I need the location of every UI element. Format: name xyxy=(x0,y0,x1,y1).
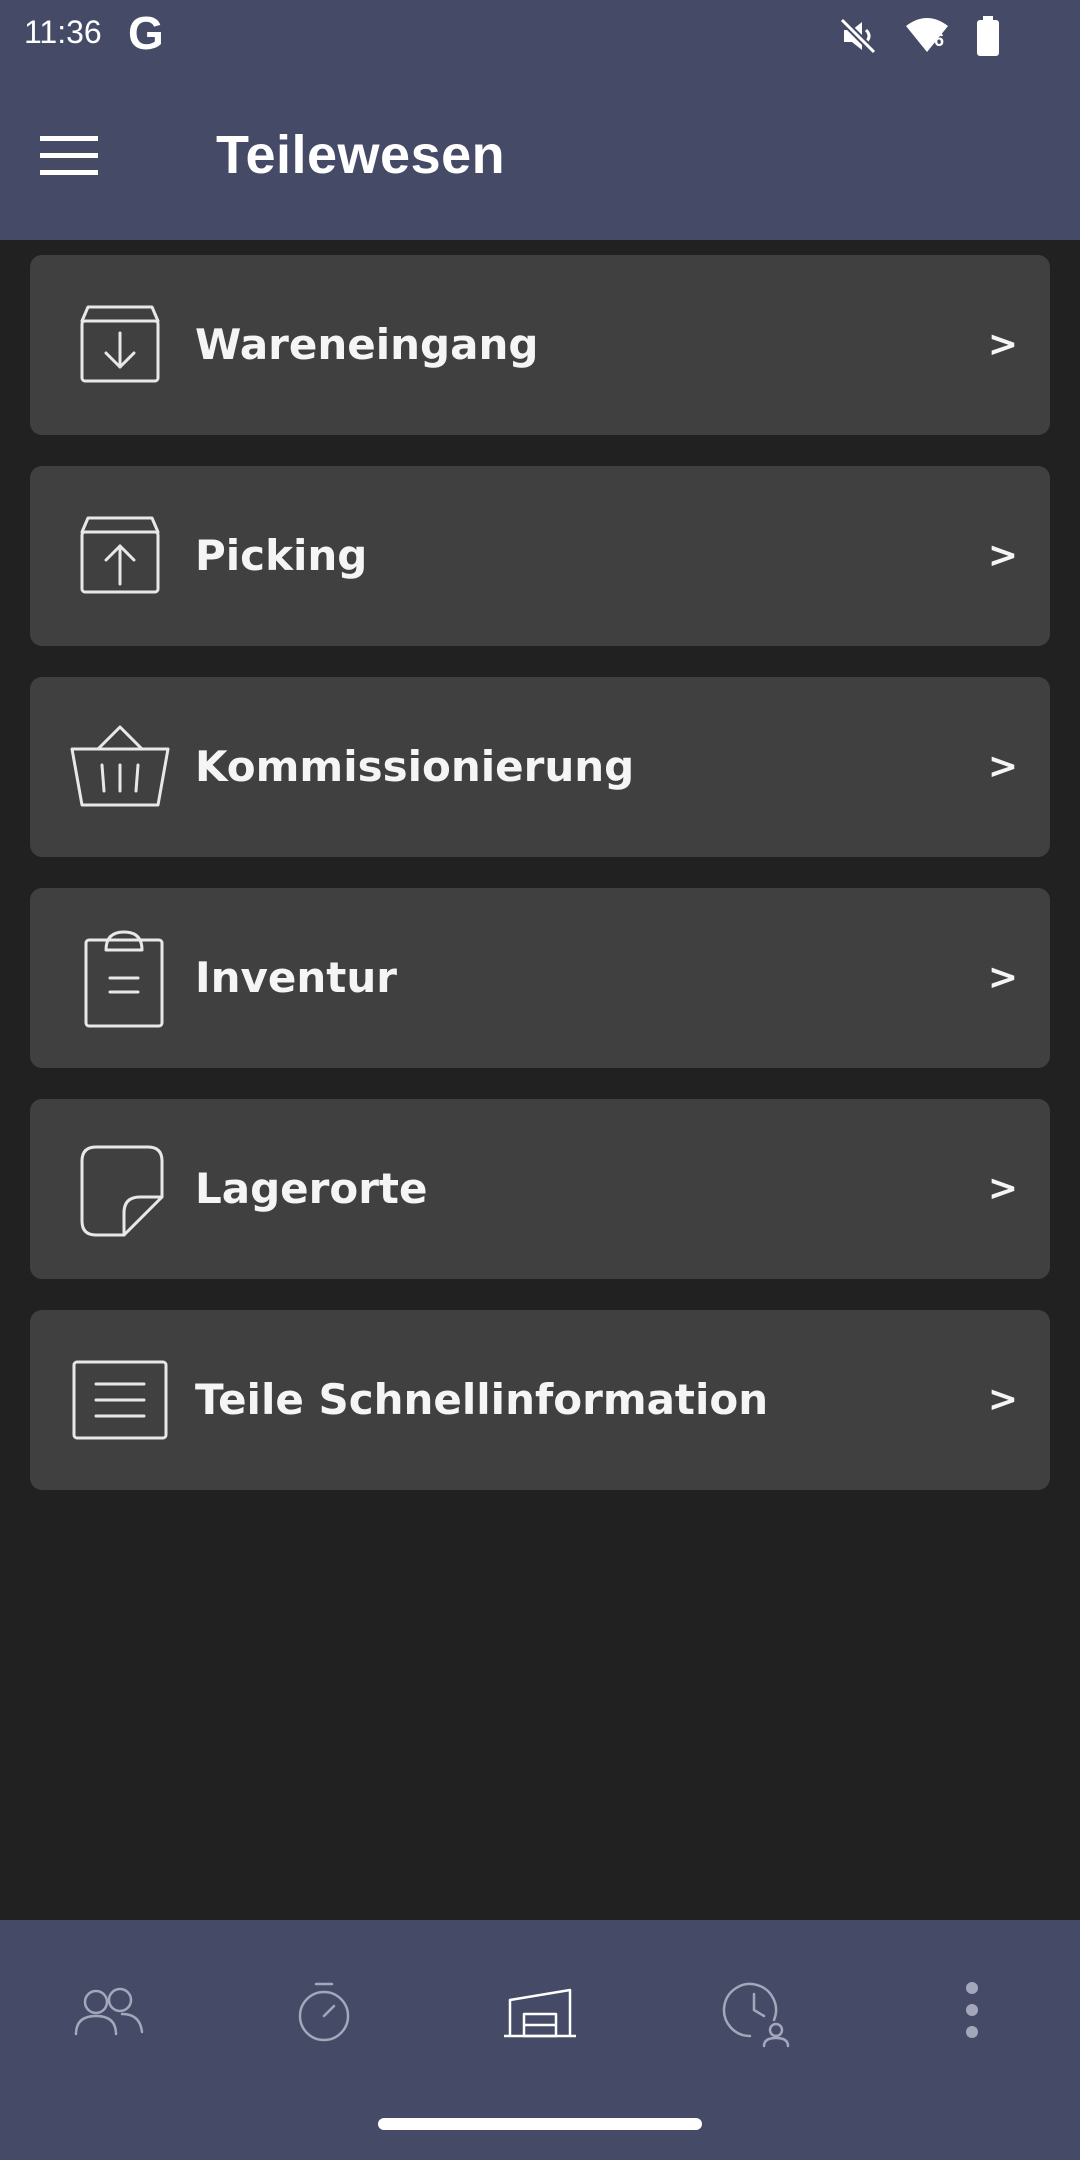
nav-item-stopwatch[interactable] xyxy=(264,1970,384,2070)
chevron-right-icon: > xyxy=(987,324,1018,365)
hamburger-menu-button[interactable] xyxy=(40,126,128,186)
home-indicator[interactable] xyxy=(378,2118,702,2130)
wifi-badge: 6 xyxy=(934,30,945,50)
hamburger-menu-icon xyxy=(40,136,98,175)
menu-item-wareneingang[interactable]: Wareneingang > xyxy=(30,255,1050,435)
nav-item-time-tracking[interactable] xyxy=(696,1970,816,2070)
box-out-icon xyxy=(80,516,160,594)
people-icon xyxy=(74,1987,144,2036)
app-bar: Teilewesen xyxy=(0,72,1080,240)
menu-item-label: Teile Schnellinformation xyxy=(195,1375,769,1424)
page-title: Teilewesen xyxy=(216,125,506,185)
box-in-icon xyxy=(80,305,160,383)
menu-list: Wareneingang > Picking > Kommissionierun… xyxy=(30,255,1050,1521)
menu-item-label: Wareneingang xyxy=(195,320,539,369)
menu-item-label: Lagerorte xyxy=(195,1164,428,1213)
menu-item-lagerorte[interactable]: Lagerorte > xyxy=(30,1099,1050,1279)
nav-item-warehouse[interactable] xyxy=(480,1970,600,2070)
warehouse-icon xyxy=(504,1988,576,2038)
menu-item-label: Inventur xyxy=(195,953,397,1002)
sticky-note-icon xyxy=(80,1145,164,1237)
status-time: 11:36 xyxy=(24,14,102,50)
wifi-icon: 6 xyxy=(904,16,950,56)
status-icons: 6 xyxy=(838,14,1000,58)
basket-icon xyxy=(70,725,170,807)
nav-item-people[interactable] xyxy=(48,1970,168,2070)
menu-item-label: Kommissionierung xyxy=(195,742,635,791)
menu-item-teile-schnellinformation[interactable]: Teile Schnellinformation > xyxy=(30,1310,1050,1490)
more-vertical-icon xyxy=(966,1982,978,2038)
chevron-right-icon: > xyxy=(987,957,1018,998)
chevron-right-icon: > xyxy=(987,1168,1018,1209)
clock-person-icon xyxy=(722,1982,790,2048)
mute-icon xyxy=(839,17,877,55)
nav-item-more[interactable] xyxy=(912,1970,1032,2070)
menu-item-inventur[interactable]: Inventur > xyxy=(30,888,1050,1068)
battery-icon xyxy=(977,16,999,56)
chevron-right-icon: > xyxy=(987,746,1018,787)
status-bar: 11:36 G 6 xyxy=(0,0,1080,72)
stopwatch-icon xyxy=(298,1982,350,2042)
chevron-right-icon: > xyxy=(987,535,1018,576)
google-icon: G xyxy=(128,7,164,59)
menu-item-label: Picking xyxy=(195,531,368,580)
chevron-right-icon: > xyxy=(987,1379,1018,1420)
menu-item-picking[interactable]: Picking > xyxy=(30,466,1050,646)
clipboard-icon xyxy=(84,930,164,1028)
list-document-icon xyxy=(72,1360,168,1440)
menu-item-kommissionierung[interactable]: Kommissionierung > xyxy=(30,677,1050,857)
